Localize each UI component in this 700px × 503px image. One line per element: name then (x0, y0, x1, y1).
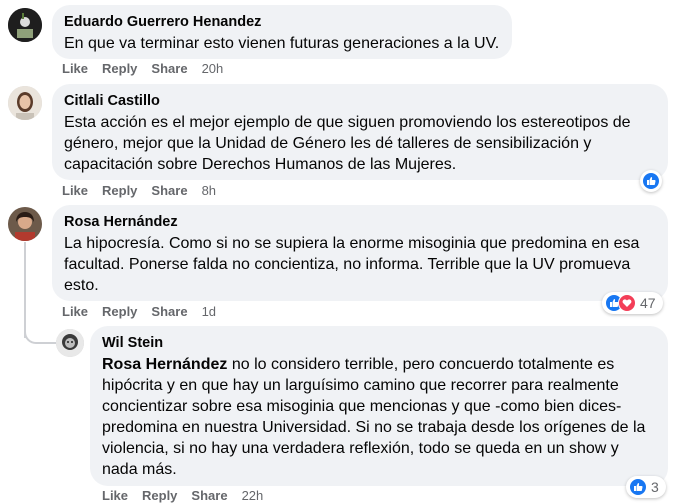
avatar[interactable] (8, 207, 42, 241)
reply-button[interactable]: Reply (102, 61, 137, 76)
comment-text-line: La hipocresía. Como si no se supiera la … (64, 235, 640, 252)
comment-text-line: esto. (64, 277, 99, 294)
comment-text-line: capacitación sobre Derechos Humanos de l… (64, 156, 457, 173)
comment-text: Rosa Hernández no lo considero terrible,… (102, 354, 656, 480)
comment-bubble: Wil Stein Rosa Hernández no lo considero… (90, 326, 668, 486)
share-button[interactable]: Share (151, 61, 187, 76)
reaction-count: 3 (651, 479, 659, 495)
comment-actions: Like Reply Share 8h (62, 183, 216, 198)
comment-author[interactable]: Rosa Hernández (64, 213, 656, 231)
reaction-count: 47 (640, 295, 656, 311)
comment-text-line: Esta acción es el mejor ejemplo de que s… (64, 114, 631, 131)
reaction-summary[interactable]: 47 (602, 292, 663, 314)
comment-text-line: nada más. (102, 461, 177, 478)
comment-text: La hipocresía. Como si no se supiera la … (64, 233, 656, 296)
comment-text-line: predomina en nuestra Universidad. Si no … (102, 419, 646, 436)
share-button[interactable]: Share (151, 183, 187, 198)
like-button[interactable]: Like (62, 183, 88, 198)
comment-text-line: género, mejor que la Unidad de Género le… (64, 135, 592, 152)
comment-actions: Like Reply Share 1d (62, 304, 216, 319)
reply-button[interactable]: Reply (102, 304, 137, 319)
comment-actions: Like Reply Share 20h (62, 61, 223, 76)
comment-timestamp[interactable]: 8h (202, 183, 216, 198)
comment-timestamp[interactable]: 20h (202, 61, 224, 76)
like-button[interactable]: Like (62, 304, 88, 319)
avatar[interactable] (56, 329, 84, 357)
comment-text-line: facultad. Ponerse falda no concientiza, … (64, 256, 631, 273)
comment-text-line: Rosa Hernández no lo considero terrible,… (102, 354, 656, 375)
reply-thread-line (24, 242, 26, 338)
like-button[interactable]: Like (62, 61, 88, 76)
comment-author[interactable]: Eduardo Guerrero Henandez (64, 13, 500, 31)
like-reaction-icon (629, 478, 647, 496)
avatar-image (8, 86, 42, 120)
reply-thread-curve (24, 330, 56, 344)
comment-text-line: concientizar sobre esa misoginia que men… (102, 398, 622, 415)
comment-text-line: hipócrita y en que hay un larguísimo cam… (102, 377, 619, 394)
comment-author[interactable]: Citlali Castillo (64, 92, 656, 110)
love-reaction-icon (618, 294, 636, 312)
comment-timestamp[interactable]: 1d (202, 304, 216, 319)
comment-author[interactable]: Wil Stein (102, 334, 656, 352)
avatar-image (8, 207, 42, 241)
comment-text-segment: no lo considero terrible, pero concuerdo… (227, 356, 615, 373)
avatar-image (8, 8, 42, 42)
comment-bubble: Citlali Castillo Esta acción es el mejor… (52, 84, 668, 180)
reaction-summary[interactable]: 3 (626, 476, 666, 498)
comment-text: Esta acción es el mejor ejemplo de que s… (64, 112, 656, 175)
avatar-image (56, 329, 84, 357)
share-button[interactable]: Share (151, 304, 187, 319)
comment-text-line: violencia, si no hay una verdadera refle… (102, 440, 619, 457)
comment-bubble: Rosa Hernández La hipocresía. Como si no… (52, 205, 668, 301)
comment-text: En que va terminar esto vienen futuras g… (64, 35, 500, 52)
comment-bubble: Eduardo Guerrero Henandez En que va term… (52, 5, 512, 59)
reaction-summary[interactable] (640, 170, 662, 192)
like-reaction-icon (642, 172, 660, 190)
reply-button[interactable]: Reply (102, 183, 137, 198)
mention-link[interactable]: Rosa Hernández (102, 356, 227, 373)
avatar[interactable] (8, 86, 42, 120)
avatar[interactable] (8, 8, 42, 42)
